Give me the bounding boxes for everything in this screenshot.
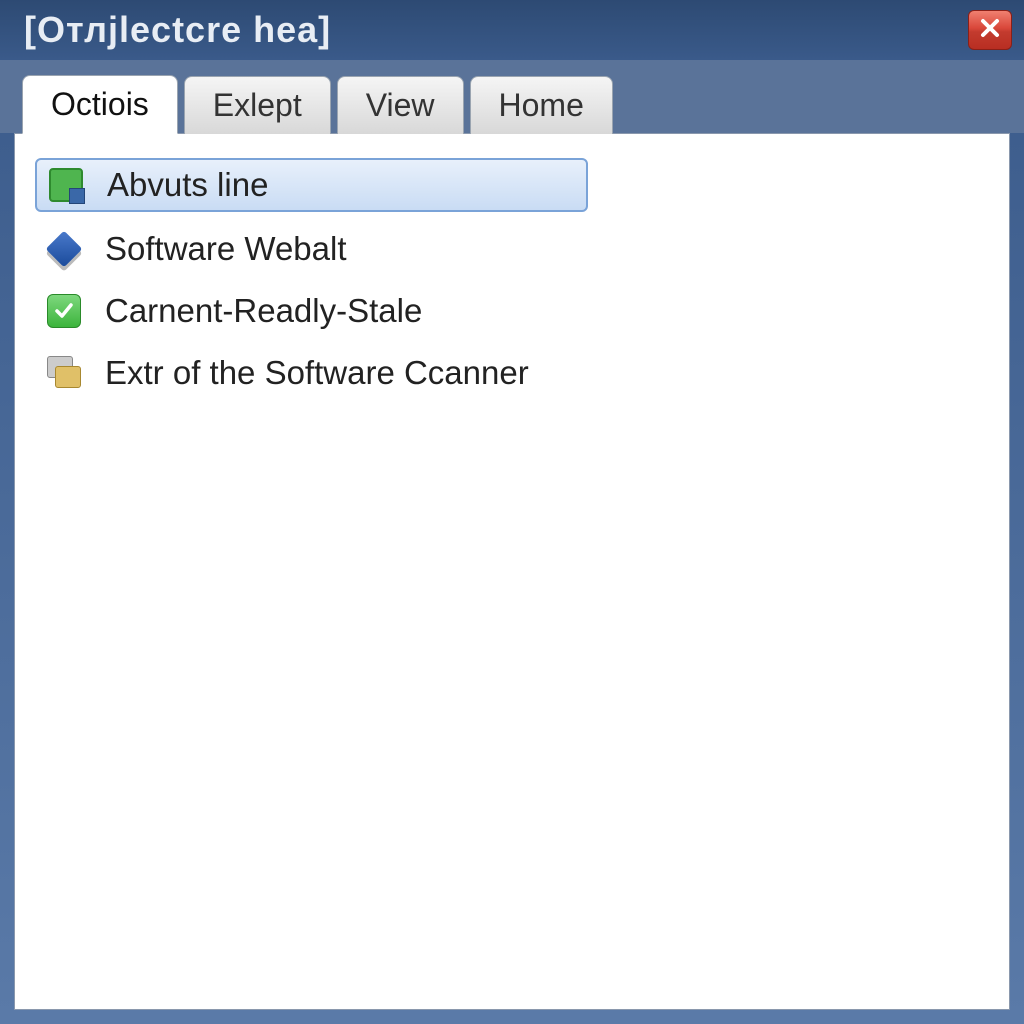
content-panel: Abvuts line Software Webalt Carnent-Read… xyxy=(14,133,1010,1010)
list-item-label: Extr of the Software Ccanner xyxy=(105,354,529,392)
list-item[interactable]: Extr of the Software Ccanner xyxy=(35,348,989,398)
list-item[interactable]: Software Webalt xyxy=(35,224,989,274)
tab-label: Exlept xyxy=(213,87,302,123)
tab-label: View xyxy=(366,87,435,123)
tab-label: Home xyxy=(499,87,584,123)
dialog-window: [Oтлjlectcre hea] Octiois Exlept View Ho… xyxy=(0,0,1024,1024)
list-item[interactable]: Carnent-Readly-Stale xyxy=(35,286,989,336)
tab-label: Octiois xyxy=(51,86,149,122)
titlebar: [Oтлjlectcre hea] xyxy=(0,0,1024,60)
tab-bar: Octiois Exlept View Home xyxy=(0,60,1024,133)
tab-exlept[interactable]: Exlept xyxy=(184,76,331,134)
check-icon xyxy=(45,292,83,330)
tab-octiois[interactable]: Octiois xyxy=(22,75,178,134)
close-icon xyxy=(979,17,1001,44)
close-button[interactable] xyxy=(968,10,1012,50)
diamond-icon xyxy=(45,230,83,268)
list-item-label: Software Webalt xyxy=(105,230,347,268)
stack-icon xyxy=(45,354,83,392)
tab-view[interactable]: View xyxy=(337,76,464,134)
window-title: [Oтлjlectcre hea] xyxy=(24,9,331,51)
tab-home[interactable]: Home xyxy=(470,76,613,134)
list-item[interactable]: Abvuts line xyxy=(35,158,588,212)
list-item-label: Abvuts line xyxy=(107,166,268,204)
list-item-label: Carnent-Readly-Stale xyxy=(105,292,422,330)
app-icon xyxy=(47,166,85,204)
